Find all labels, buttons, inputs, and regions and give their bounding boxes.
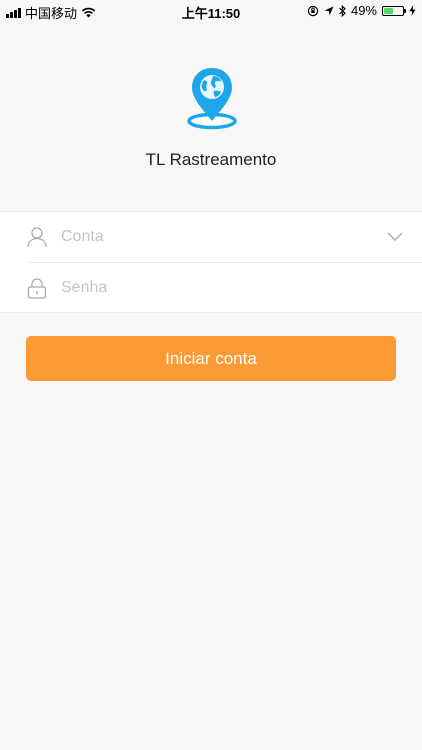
orientation-lock-icon (307, 5, 319, 16)
location-icon (324, 6, 334, 15)
app-title: TL Rastreamento (145, 150, 277, 169)
chevron-down-icon[interactable] (386, 230, 404, 242)
lock-icon (27, 278, 47, 299)
bluetooth-icon (339, 4, 346, 17)
account-row (0, 212, 422, 262)
battery-percent: 49% (350, 3, 377, 18)
battery-level (384, 7, 393, 14)
status-bar-right: 49% (307, 3, 416, 18)
status-bar: 中国移动 上午11:50 49% (0, 0, 422, 22)
password-row (26, 262, 422, 313)
user-icon (27, 227, 47, 248)
location-pin-globe-icon (187, 68, 237, 130)
battery-icon (382, 5, 406, 16)
password-input[interactable] (61, 275, 361, 301)
charging-icon (409, 5, 416, 16)
account-input[interactable] (61, 224, 361, 250)
login-form (0, 211, 422, 313)
login-button[interactable]: Iniciar conta (26, 336, 396, 381)
